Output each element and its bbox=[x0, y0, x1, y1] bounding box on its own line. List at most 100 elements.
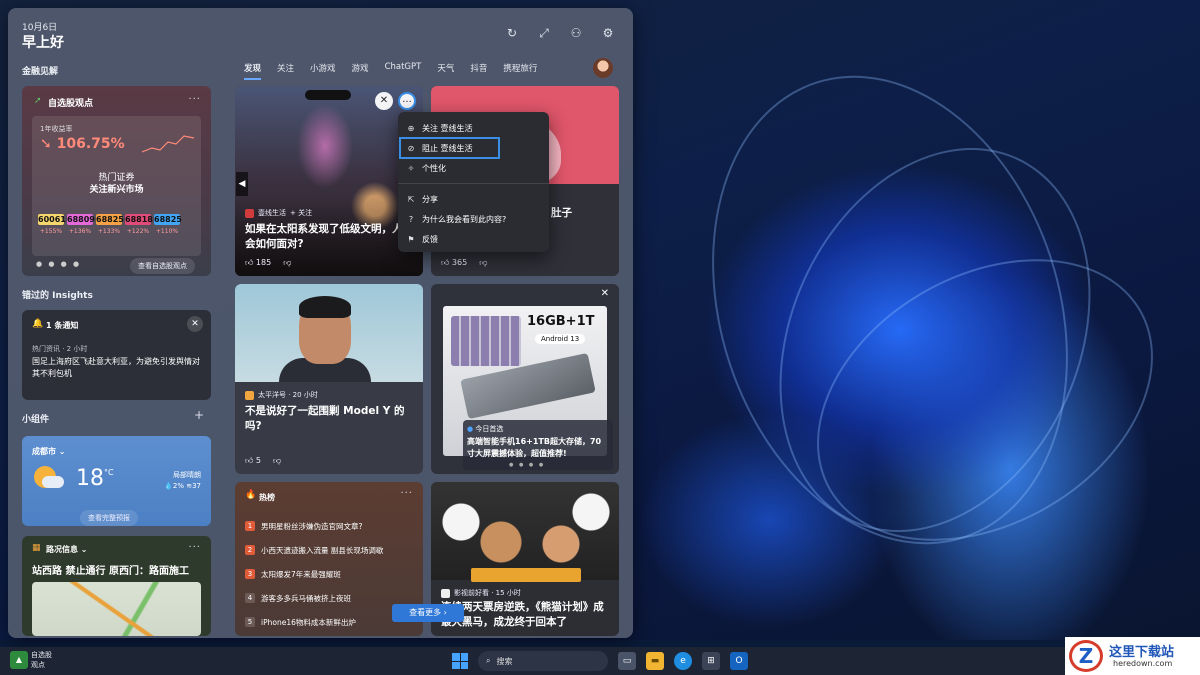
full-forecast-button[interactable]: 查看完整预报 bbox=[80, 510, 138, 526]
gear-icon[interactable]: ⚙ bbox=[601, 26, 615, 40]
plus-circle-icon: ⊕ bbox=[407, 123, 415, 133]
more-options-icon[interactable]: ··· bbox=[398, 92, 416, 110]
tab-0[interactable]: 发现 bbox=[244, 62, 262, 80]
pager-dots[interactable]: ● ● ● ● bbox=[509, 462, 545, 468]
like-button[interactable]: 👍︎ 365 bbox=[441, 258, 467, 268]
notification-text[interactable]: 国足上海府区飞赴意大利亚，为避免引发舆情对其不利包机 bbox=[32, 356, 202, 380]
menu-follow[interactable]: ⊕ 关注 壹线生活 bbox=[398, 118, 549, 138]
see-more-button[interactable]: 查看更多 › bbox=[392, 604, 464, 622]
refresh-icon[interactable]: ↻ bbox=[505, 26, 519, 40]
taskbar-search[interactable]: ⌕ 搜索 bbox=[478, 651, 608, 671]
article-actions: 👍︎ 5 👎︎ bbox=[245, 456, 281, 466]
tab-6[interactable]: 抖音 bbox=[470, 62, 487, 80]
stock-card-title: 自选股观点 bbox=[48, 99, 94, 109]
stock-tile[interactable]: 68809 +136% bbox=[67, 214, 95, 235]
avatar[interactable] bbox=[593, 58, 613, 78]
hot-list-item[interactable]: 4 游客多多兵马俑被挤上夜班 bbox=[245, 586, 383, 610]
stock-code: 68818 bbox=[125, 214, 153, 225]
like-button[interactable]: 👍︎ 5 bbox=[245, 456, 261, 466]
tab-3[interactable]: 游戏 bbox=[352, 62, 369, 80]
like-button[interactable]: 👍︎ 185 bbox=[245, 258, 271, 268]
close-icon[interactable]: ✕ bbox=[601, 288, 609, 299]
traffic-title-text: 路况信息 bbox=[46, 545, 78, 554]
store-icon[interactable]: ⊞ bbox=[702, 652, 720, 670]
flag-icon: ⚑ bbox=[407, 234, 415, 244]
article-card-space[interactable]: ✕ ··· ◀ 壹线生活 + 关注 如果在太阳系发现了低级文明，人类会如何面对?… bbox=[235, 86, 423, 276]
article-headline[interactable]: 肚子 bbox=[551, 206, 572, 221]
stock-code: 68825 bbox=[154, 214, 182, 225]
article-context-menu: ⊕ 关注 壹线生活 ⊘ 阻止 壹线生活 ✧ 个性化 ⇱ 分享 ? 为什么我会看到此内容? … bbox=[398, 112, 549, 252]
ad-text[interactable]: 高端智能手机16+1TB超大存储，70寸大屏震撼体验，超值推荐! bbox=[467, 436, 609, 460]
traffic-card[interactable]: ▦ 路况信息 ⌄ ··· 站西路 禁止通行 原西门：路面施工 bbox=[22, 536, 211, 636]
stock-widget-icon[interactable]: ▲ bbox=[10, 651, 28, 669]
search-icon: ⌕ bbox=[486, 656, 491, 665]
article-headline[interactable]: 不是说好了一起围剿 Model Y 的吗? bbox=[245, 404, 417, 434]
source-logo bbox=[245, 390, 254, 400]
thumbs-down-icon[interactable]: 👎︎ bbox=[273, 456, 281, 466]
article-headline[interactable]: 如果在太阳系发现了低级文明，人类会如何面对? bbox=[245, 222, 415, 252]
menu-label: 阻止 壹线生活 bbox=[422, 143, 473, 153]
stock-widget-label[interactable]: 自选股 观点 bbox=[31, 650, 52, 670]
tab-4[interactable]: ChatGPT bbox=[385, 62, 422, 80]
file-explorer-icon[interactable]: ▬ bbox=[646, 652, 664, 670]
hot-list-item[interactable]: 1 男明星粉丝涉嫌伪造官网文章? bbox=[245, 514, 383, 538]
stock-tile[interactable]: 68825 +133% bbox=[96, 214, 124, 235]
hot-rank: 3 bbox=[245, 569, 255, 579]
article-card-tesla[interactable]: 太平洋号 · 20 小时 不是说好了一起围剿 Model Y 的吗? 👍︎ 5 … bbox=[235, 284, 423, 474]
hot-rank: 4 bbox=[245, 593, 255, 603]
source-name: 影视前好看 · 15 小时 bbox=[454, 589, 521, 597]
stock-tile[interactable]: 68818 +122% bbox=[125, 214, 153, 235]
hot-list-item[interactable]: 3 太阳爆发7年来最强耀斑 bbox=[245, 562, 383, 586]
trend-icon: ➚ bbox=[34, 96, 42, 106]
close-icon[interactable]: ✕ bbox=[375, 92, 393, 110]
weather-card[interactable]: 成都市 ⌄ 18 °C 局部晴朗 💧2% ≋37 查看完整预报 bbox=[22, 436, 211, 526]
article-headline[interactable]: 连续两天票房逆跌，《熊猫计划》成最大黑马，成龙终于回本了 bbox=[441, 600, 613, 636]
people-icon[interactable]: ⚇ bbox=[569, 26, 583, 40]
source-name: 太平洋号 · 20 小时 bbox=[258, 391, 318, 399]
stock-tile[interactable]: 60061 +155% bbox=[38, 214, 66, 235]
personalize-icon: ✧ bbox=[407, 163, 415, 173]
menu-feedback[interactable]: ⚑ 反馈 bbox=[398, 229, 549, 249]
follow-link[interactable]: + 关注 bbox=[290, 208, 312, 218]
weather-city[interactable]: 成都市 ⌄ bbox=[32, 446, 66, 457]
more-options-icon[interactable]: ··· bbox=[400, 488, 413, 499]
thumbs-down-icon[interactable]: 👎︎ bbox=[479, 258, 487, 268]
taskbar-center: ⌕ 搜索 ▭ ▬ e ⊞ O bbox=[452, 651, 748, 671]
tab-7[interactable]: 携程旅行 bbox=[503, 62, 537, 80]
menu-label: 关注 壹线生活 bbox=[422, 123, 473, 133]
stock-card[interactable]: ➚ 自选股观点 ··· 1年收益率 ➘ 106.75% 热门证券 关注新兴市场 … bbox=[22, 86, 211, 276]
pager-dots[interactable]: ● ● ● ● bbox=[36, 260, 81, 268]
menu-why[interactable]: ? 为什么我会看到此内容? bbox=[398, 209, 549, 229]
traffic-title[interactable]: 路况信息 ⌄ bbox=[46, 544, 88, 555]
menu-share[interactable]: ⇱ 分享 bbox=[398, 189, 549, 209]
windows-start-icon[interactable] bbox=[452, 653, 468, 669]
traffic-map[interactable] bbox=[32, 582, 201, 636]
menu-personalize[interactable]: ✧ 个性化 bbox=[398, 158, 549, 178]
stock-tile[interactable]: 68825 +110% bbox=[154, 214, 182, 235]
fire-icon: 🔥 bbox=[245, 490, 257, 500]
outlook-icon[interactable]: O bbox=[730, 652, 748, 670]
add-widget-button[interactable]: + bbox=[194, 408, 204, 422]
hot-list-item[interactable]: 5 iPhone16物料成本新鲜出炉 bbox=[245, 610, 383, 634]
menu-block[interactable]: ⊘ 阻止 壹线生活 bbox=[399, 137, 500, 159]
ad-card[interactable]: ✕ 16GB+1T Android 13 ● 今日首选 高端智能手机16+1TB… bbox=[431, 284, 619, 474]
more-options-icon[interactable]: ··· bbox=[188, 542, 201, 553]
chevron-left-icon[interactable]: ◀ bbox=[236, 172, 248, 196]
tab-1[interactable]: 关注 bbox=[277, 62, 294, 80]
task-view-icon[interactable]: ▭ bbox=[618, 652, 636, 670]
expand-icon[interactable]: ⤢ bbox=[537, 26, 551, 40]
cloud-icon bbox=[42, 476, 64, 488]
hot-list-title: 热榜 bbox=[259, 493, 275, 502]
close-icon[interactable]: ✕ bbox=[187, 316, 203, 332]
menu-label: 个性化 bbox=[422, 163, 446, 173]
tab-5[interactable]: 天气 bbox=[437, 62, 454, 80]
notification-card[interactable]: 🔔 1 条通知 ✕ 热门资讯 · 2 小时 国足上海府区飞赴意大利亚，为避免引发… bbox=[22, 310, 211, 400]
edge-browser-icon[interactable]: e bbox=[674, 652, 692, 670]
hot-list-item[interactable]: 2 小西天遗迹搬入流量 副县长现场调歇 bbox=[245, 538, 383, 562]
more-options-icon[interactable]: ··· bbox=[188, 94, 201, 105]
view-stocks-button[interactable]: 查看自选股观点 bbox=[130, 258, 195, 274]
hot-list: 1 男明星粉丝涉嫌伪造官网文章? 2 小西天遗迹搬入流量 副县长现场调歇 3 太阳爆发7年… bbox=[245, 514, 383, 634]
wind-value: 37 bbox=[192, 482, 201, 490]
tab-2[interactable]: 小游戏 bbox=[310, 62, 336, 80]
thumbs-down-icon[interactable]: 👎︎ bbox=[283, 258, 291, 268]
